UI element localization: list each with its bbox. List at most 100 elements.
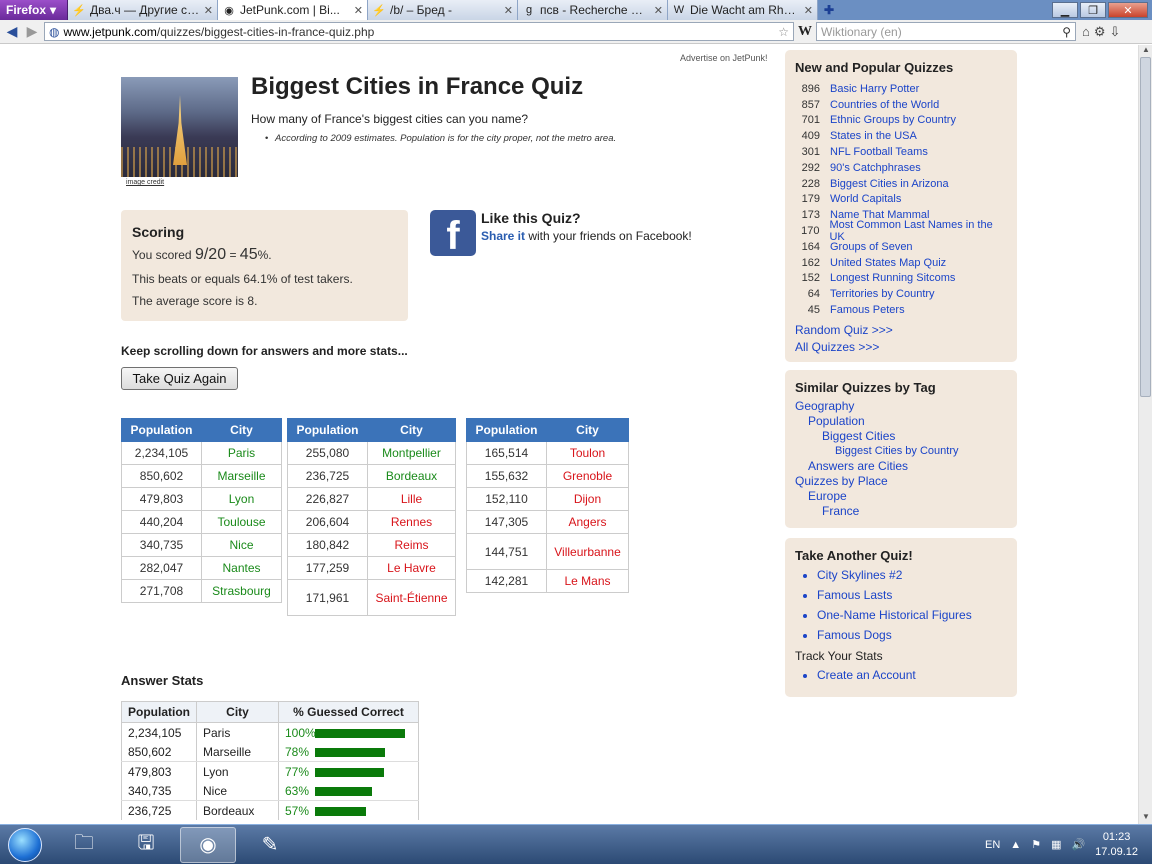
percent-text: 63% <box>285 783 310 798</box>
percent-text: 57% <box>285 803 310 818</box>
quiz-link[interactable]: Basic Harry Potter <box>830 83 919 95</box>
list-item: 228 Biggest Cities in Arizona <box>795 176 1007 192</box>
percent-cell: 77% <box>278 761 419 781</box>
browser-tab[interactable]: ⚡ Два.ч — Другие ст... ✕ <box>68 0 218 20</box>
tag-link[interactable]: Quizzes by Place <box>795 474 1007 489</box>
table-row: 206,604 Rennes <box>287 510 456 534</box>
tab-close-icon[interactable]: ✕ <box>504 4 513 17</box>
flag-icon[interactable]: ⚑ <box>1031 838 1041 851</box>
tab-close-icon[interactable]: ✕ <box>654 4 663 17</box>
similar-quizzes-box: Similar Quizzes by Tag Geography Populati… <box>785 370 1017 528</box>
city-cell: Paris <box>196 722 279 742</box>
percent-cell: 100% <box>278 722 419 742</box>
browser-tab[interactable]: ⚡ /b/ – Бред - ✕ <box>368 0 518 20</box>
quiz-link[interactable]: United States Map Quiz <box>830 257 946 269</box>
quiz-link[interactable]: One-Name Historical Figures <box>817 605 1007 625</box>
play-count: 896 <box>801 82 820 95</box>
tag-link[interactable]: Biggest Cities by Country <box>795 444 1007 459</box>
firefox-menu-button[interactable]: Firefox ▾ <box>0 0 68 20</box>
quiz-link[interactable]: World Capitals <box>830 193 901 205</box>
close-icon[interactable]: ✕ <box>1108 2 1148 18</box>
editor-taskbar-icon[interactable]: ✎ <box>242 827 298 863</box>
tag-link[interactable]: Biggest Cities <box>795 429 1007 444</box>
browser-tab[interactable]: ◉ JetPunk.com | Bi... ✕ <box>218 0 368 20</box>
save-disk-icon[interactable]: 🖫 <box>118 827 174 863</box>
tag-link[interactable]: Population <box>795 414 1007 429</box>
url-bar[interactable]: ◍ www.jetpunk.com/quizzes/biggest-cities… <box>44 22 794 41</box>
population-cell: 340,735 <box>121 533 202 557</box>
quiz-link[interactable]: Longest Running Sitcoms <box>830 272 955 284</box>
volume-icon[interactable]: 🔊 <box>1071 838 1085 851</box>
share-link[interactable]: Share it <box>481 229 525 243</box>
city-cell: Reims <box>367 533 456 557</box>
city-cell: Bordeaux <box>196 800 279 820</box>
percent-text: 77% <box>285 764 310 779</box>
quiz-link[interactable]: Biggest Cities in Arizona <box>830 178 949 190</box>
search-icon[interactable]: ⚲ <box>1062 25 1071 39</box>
download-icon[interactable]: ⇩ <box>1110 24 1121 40</box>
network-icon[interactable]: ▦ <box>1051 838 1061 851</box>
quiz-link[interactable]: City Skylines #2 <box>817 565 1007 585</box>
browser-tab[interactable]: W Die Wacht am Rhei... ✕ <box>668 0 818 20</box>
quiz-link[interactable]: Groups of Seven <box>830 241 913 253</box>
quiz-link[interactable]: States in the USA <box>830 130 917 142</box>
explorer-folder-icon[interactable]: 🗀 <box>56 827 112 863</box>
chevron-down-icon: ▾ <box>50 3 57 17</box>
maximize-icon[interactable]: ❐ <box>1080 2 1106 18</box>
table-row: 440,204 Toulouse <box>121 510 282 534</box>
tab-close-icon[interactable]: ✕ <box>804 4 813 17</box>
play-count: 45 <box>807 304 820 317</box>
back-arrow-icon[interactable]: ◀ <box>4 23 20 40</box>
tag-link[interactable]: Answers are Cities <box>795 459 1007 474</box>
new-tab-plus-icon[interactable]: ✚ <box>818 0 840 20</box>
quiz-link[interactable]: Famous Peters <box>830 304 905 316</box>
take-quiz-again-button[interactable]: Take Quiz Again <box>121 367 238 390</box>
quiz-link[interactable]: Famous Dogs <box>817 625 1007 645</box>
advertise-link[interactable]: Advertise on JetPunk! <box>680 53 768 63</box>
quiz-link[interactable]: Ethnic Groups by Country <box>830 114 956 126</box>
quiz-link[interactable]: 90's Catchphrases <box>830 162 921 174</box>
facebook-icon[interactable]: f <box>430 210 476 256</box>
browser-tab[interactable]: g псв - Recherche G... ✕ <box>518 0 668 20</box>
forward-arrow-icon[interactable]: ▶ <box>24 23 40 40</box>
firefox-taskbar-icon[interactable]: ◉ <box>180 826 236 863</box>
city-header: City <box>367 418 456 442</box>
quiz-link[interactable]: Countries of the World <box>830 99 939 111</box>
percent-cell: 78% <box>278 742 419 762</box>
bookmark-star-icon[interactable]: ☆ <box>778 25 789 39</box>
search-input[interactable]: Wiktionary (en) ⚲ <box>816 22 1076 41</box>
minimize-icon[interactable]: ▁ <box>1052 2 1078 18</box>
site-identity-icon[interactable]: ◍ <box>49 25 59 39</box>
scroll-down-icon[interactable]: ▼ <box>1139 812 1152 824</box>
tab-close-icon[interactable]: ✕ <box>354 4 363 17</box>
language-indicator[interactable]: EN <box>985 839 1000 851</box>
quiz-link[interactable]: Territories by Country <box>830 288 935 300</box>
create-account-link[interactable]: Create an Account <box>817 665 1007 685</box>
random-quiz-link[interactable]: Random Quiz >>> <box>795 323 1007 337</box>
vertical-scrollbar[interactable]: ▲ ▼ <box>1138 45 1152 824</box>
tab-favicon-icon: ⚡ <box>72 4 86 17</box>
addon-icon[interactable]: ⚙ <box>1094 24 1106 40</box>
share-text: with your friends on Facebook! <box>525 229 692 243</box>
population-cell: 479,803 <box>121 761 197 781</box>
population-cell: 206,604 <box>287 510 368 534</box>
image-credit-link[interactable]: image credit <box>126 179 164 186</box>
tab-close-icon[interactable]: ✕ <box>204 4 213 17</box>
tag-link[interactable]: Europe <box>795 489 1007 504</box>
system-tray: EN ▲ ⚑ ▦ 🔊 01:23 17.09.12 <box>985 830 1152 860</box>
clock[interactable]: 01:23 17.09.12 <box>1095 830 1138 860</box>
city-cell: Nantes <box>201 556 282 580</box>
scrollbar-thumb[interactable] <box>1140 57 1151 397</box>
wiktionary-icon[interactable]: W <box>798 24 812 40</box>
home-icon[interactable]: ⌂ <box>1082 24 1090 40</box>
all-quizzes-link[interactable]: All Quizzes >>> <box>795 340 1007 354</box>
quiz-link[interactable]: NFL Football Teams <box>830 146 928 158</box>
quiz-link[interactable]: Most Common Last Names in the UK <box>829 219 1007 243</box>
tag-link[interactable]: Geography <box>795 399 1007 414</box>
quiz-link[interactable]: Famous Lasts <box>817 585 1007 605</box>
tag-link[interactable]: France <box>795 504 1007 519</box>
start-button[interactable] <box>0 825 50 865</box>
tray-expand-icon[interactable]: ▲ <box>1010 839 1021 851</box>
web-page: Advertise on JetPunk! image credit Bigge… <box>0 45 1138 824</box>
scroll-up-icon[interactable]: ▲ <box>1139 45 1152 57</box>
